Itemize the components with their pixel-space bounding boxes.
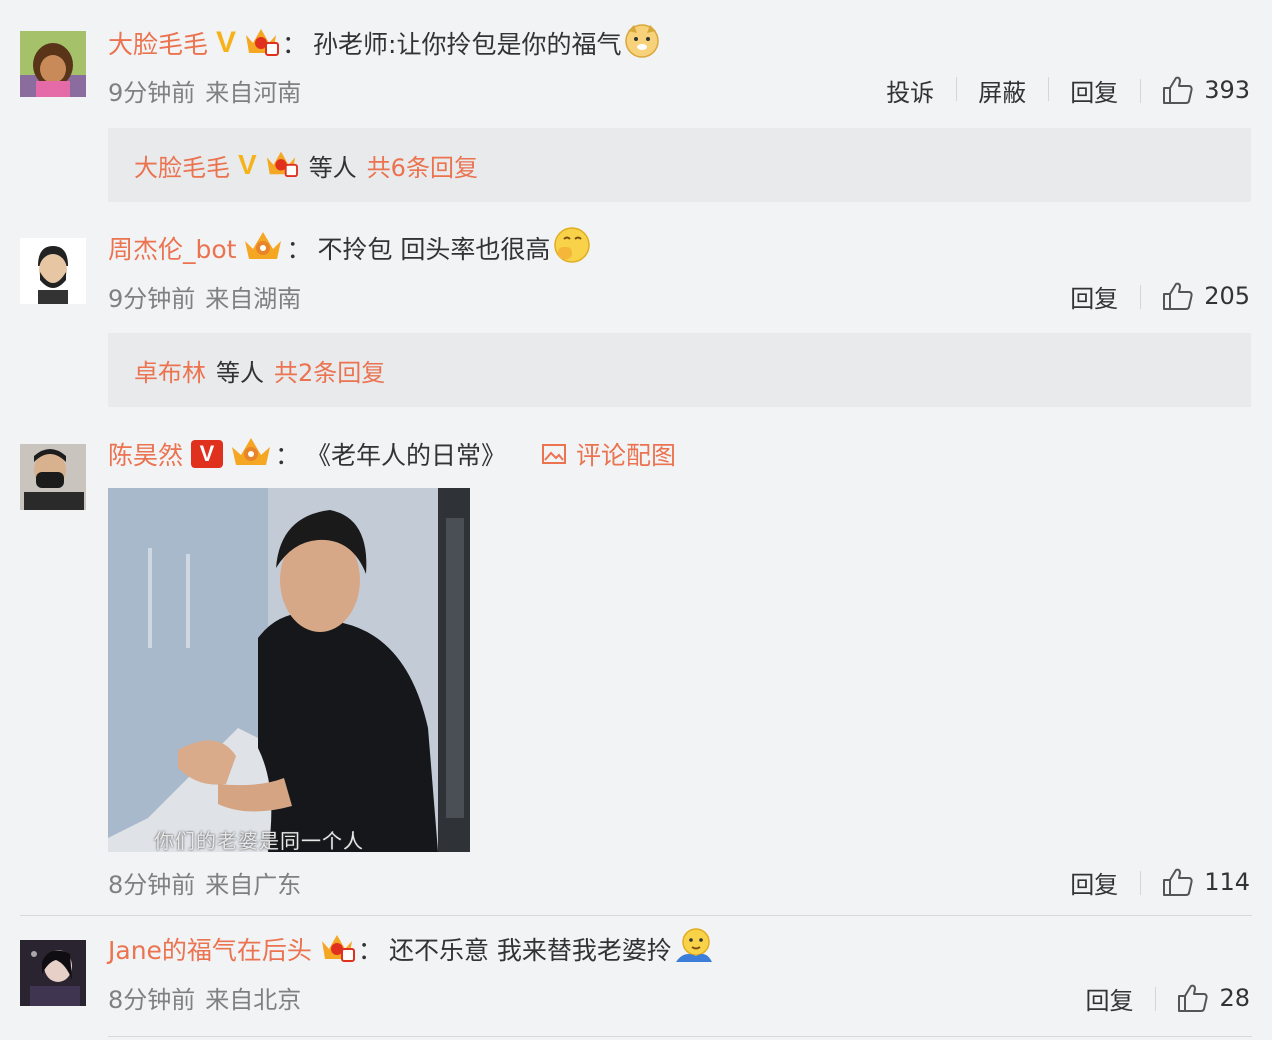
like-button[interactable]: 205: [1140, 281, 1250, 311]
verified-badge: V: [238, 149, 257, 180]
comment-picture-link[interactable]: 评论配图: [542, 436, 676, 472]
crown-badge-icon: [318, 929, 356, 969]
comment-list: 大脸毛毛 V ： 孙老师:让你拎包是你的福气 9分钟前 来自河南 投诉 屏蔽 回…: [0, 0, 1272, 1040]
verified-badge: V: [216, 26, 237, 59]
avatar[interactable]: [20, 31, 86, 97]
report-button[interactable]: 投诉: [864, 73, 956, 108]
reply-button[interactable]: 回复: [1048, 865, 1140, 900]
thumbs-up-icon: [1163, 76, 1193, 104]
avatar[interactable]: [20, 238, 86, 304]
image-caption: 你们的老婆是同一个人: [154, 829, 364, 852]
comment-image[interactable]: 你们的老婆是同一个人: [108, 488, 470, 852]
crown-badge-icon: [263, 146, 299, 184]
crown-badge-icon: [242, 23, 280, 63]
username[interactable]: 陈昊然: [108, 436, 183, 472]
avatar[interactable]: [20, 444, 86, 510]
timestamp: 9分钟前: [108, 78, 196, 107]
crown-badge-icon: [242, 227, 284, 269]
comment-text: 不拎包 回头率也很高: [317, 235, 551, 264]
comment-actions: 回复 205: [1048, 279, 1250, 313]
reply-button[interactable]: 回复: [1063, 981, 1155, 1016]
divider: [20, 915, 1252, 916]
comment-text: 还不乐意 我来替我老婆拎: [388, 936, 672, 965]
block-button[interactable]: 屏蔽: [956, 73, 1048, 108]
colon: ：: [282, 30, 308, 59]
comment-actions: 回复 28: [1063, 981, 1250, 1015]
like-count: 393: [1204, 76, 1250, 104]
timestamp: 8分钟前: [108, 985, 196, 1014]
reply-button[interactable]: 回复: [1048, 73, 1140, 108]
reply-mid-text: 等人: [216, 358, 264, 387]
reply-user[interactable]: 大脸毛毛: [134, 148, 230, 183]
like-count: 28: [1219, 984, 1250, 1012]
comment-text: 《老年人的日常》: [306, 441, 507, 470]
reply-count-link[interactable]: 共6条回复: [367, 148, 478, 183]
image-icon: [542, 444, 567, 464]
reply-user[interactable]: 卓布林: [134, 353, 206, 388]
timestamp: 9分钟前: [108, 284, 196, 313]
verified-badge: V: [191, 440, 224, 468]
reply-mid-text: 等人: [308, 153, 357, 182]
colon: ：: [286, 235, 312, 264]
comment-text: 孙老师:让你拎包是你的福气: [313, 30, 622, 59]
like-button[interactable]: 114: [1140, 867, 1250, 897]
like-count: 205: [1204, 282, 1250, 310]
location: 来自河南: [205, 78, 302, 107]
location: 来自北京: [205, 985, 302, 1014]
like-count: 114: [1204, 868, 1250, 896]
comment-header: 大脸毛毛 V ： 孙老师:让你拎包是你的福气: [108, 23, 661, 63]
thumbs-up-icon: [1163, 868, 1193, 896]
thinking-emoji-icon: [552, 225, 592, 271]
thumbs-up-icon: [1178, 984, 1209, 1012]
comment-meta: 9分钟前 来自湖南: [108, 279, 301, 313]
comment-meta: 9分钟前 来自河南: [108, 73, 301, 107]
reply-summary[interactable]: 卓布林 等人 共2条回复: [108, 333, 1251, 407]
reply-button[interactable]: 回复: [1048, 279, 1140, 314]
comment-meta: 8分钟前 来自广东: [108, 865, 301, 899]
comment-header: Jane的福气在后头 ： 还不乐意 我来替我老婆拎: [108, 926, 714, 972]
dog-emoji-icon: [623, 21, 661, 65]
username[interactable]: Jane的福气在后头: [108, 931, 312, 967]
location: 来自广东: [205, 870, 302, 899]
comment-actions: 回复 114: [1048, 865, 1250, 899]
hug-emoji-icon: [674, 926, 714, 972]
reply-summary[interactable]: 大脸毛毛 V 等人 共6条回复: [108, 128, 1251, 202]
timestamp: 8分钟前: [108, 870, 196, 899]
comment-header: 陈昊然 V ： 《老年人的日常》 评论配图: [108, 434, 676, 474]
like-button[interactable]: 28: [1155, 983, 1250, 1013]
thumbs-up-icon: [1163, 282, 1193, 310]
crown-badge-icon: [229, 433, 273, 475]
colon: ：: [275, 441, 301, 470]
location: 来自湖南: [205, 284, 302, 313]
avatar[interactable]: [20, 940, 86, 1006]
reply-count-link[interactable]: 共2条回复: [274, 353, 385, 388]
comment-meta: 8分钟前 来自北京: [108, 980, 301, 1014]
picture-link-label: 评论配图: [576, 441, 677, 470]
divider: [108, 1036, 1252, 1037]
username[interactable]: 大脸毛毛: [108, 25, 208, 61]
comment-header: 周杰伦_bot ： 不拎包 回头率也很高: [108, 225, 592, 271]
username[interactable]: 周杰伦_bot: [108, 230, 236, 266]
comment-actions: 投诉 屏蔽 回复 393: [864, 73, 1250, 107]
colon: ：: [357, 936, 383, 965]
like-button[interactable]: 393: [1140, 75, 1250, 105]
